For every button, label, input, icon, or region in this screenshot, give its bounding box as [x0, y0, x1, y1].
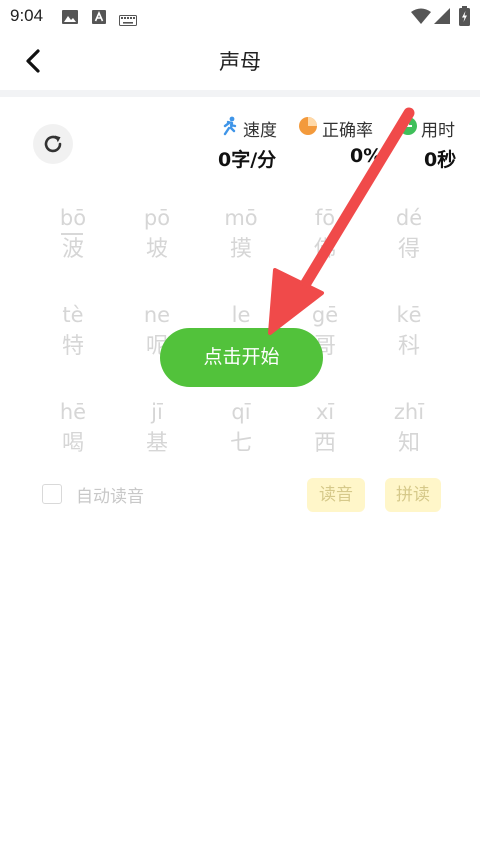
grid-cell[interactable]: pō 坡: [117, 205, 197, 265]
cell-pinyin: hē: [59, 400, 87, 424]
clock-icon: [398, 116, 418, 136]
refresh-button[interactable]: [33, 124, 73, 164]
wifi-icon: [411, 8, 431, 28]
cell-pinyin: ne: [143, 303, 171, 327]
cell-hanzi: 科: [397, 334, 420, 359]
time-value: 0秒: [424, 149, 457, 171]
pie-chart-icon: [298, 116, 318, 136]
cell-pinyin: pō: [143, 206, 171, 230]
running-icon: [219, 116, 239, 136]
cell-pinyin: zhī: [393, 400, 425, 424]
grid-cell[interactable]: mō 摸: [201, 205, 281, 265]
auto-read-label: 自动读音: [76, 487, 144, 507]
cell-hanzi: 坡: [145, 237, 168, 262]
cell-pinyin: mō: [224, 206, 258, 230]
keyboard-icon: [119, 11, 137, 30]
grid-cell[interactable]: kē 科: [369, 302, 449, 362]
cell-hanzi: 七: [229, 431, 252, 456]
grid-cell[interactable]: tè 特: [33, 302, 113, 362]
cell-hanzi: 摸: [229, 237, 252, 262]
battery-icon: [459, 6, 470, 30]
page-title: 声母: [219, 50, 261, 74]
cell-pinyin: bō: [59, 206, 87, 230]
cell-pinyin: xī: [315, 400, 335, 424]
cell-hanzi: 波: [61, 237, 84, 262]
cell-pinyin: jī: [151, 400, 163, 424]
cell-hanzi: 西: [313, 431, 336, 456]
cell-hanzi: 得: [397, 237, 420, 262]
accuracy-value: 0%: [350, 145, 383, 167]
image-icon: [62, 9, 78, 28]
grid-cell[interactable]: zhī 知: [369, 399, 449, 459]
cell-pinyin: fō: [314, 206, 336, 230]
header-divider: [0, 90, 480, 97]
speed-value: 0字/分: [218, 149, 277, 171]
status-bar: 9:04: [0, 0, 480, 32]
cell-hanzi: 喝: [61, 431, 84, 456]
accuracy-label: 正确率: [322, 121, 373, 141]
font-icon: [92, 9, 106, 28]
cell-pinyin: kē: [396, 303, 422, 327]
grid-cell[interactable]: dé 得: [369, 205, 449, 265]
grid-cell[interactable]: bō 波: [33, 205, 113, 265]
auto-read-checkbox[interactable]: [42, 484, 62, 504]
cell-pinyin: le: [231, 303, 251, 327]
read-aloud-button[interactable]: 读音: [307, 478, 365, 512]
cell-pinyin: qī: [231, 400, 251, 424]
grid-cell[interactable]: hē 喝: [33, 399, 113, 459]
cell-hanzi: 基: [145, 431, 168, 456]
cell-hanzi: 佛: [313, 237, 336, 262]
speed-label: 速度: [243, 121, 277, 141]
cell-hanzi: 特: [61, 334, 84, 359]
cell-pinyin: dé: [395, 206, 423, 230]
refresh-icon: [44, 135, 62, 153]
start-button[interactable]: 点击开始: [160, 328, 323, 387]
grid-cell[interactable]: qī 七: [201, 399, 281, 459]
cell-hanzi: 知: [397, 431, 420, 456]
spell-read-button[interactable]: 拼读: [385, 478, 441, 512]
grid-cell[interactable]: jī 基: [117, 399, 197, 459]
header: 声母: [0, 32, 480, 90]
cell-pinyin: gē: [311, 303, 339, 327]
grid-cell[interactable]: fō 佛: [285, 205, 365, 265]
status-time: 9:04: [10, 6, 44, 25]
signal-icon: [434, 8, 450, 28]
cell-pinyin: tè: [62, 303, 84, 327]
time-label: 用时: [421, 121, 455, 141]
current-cell-underline: [61, 233, 83, 235]
grid-cell[interactable]: xī 西: [285, 399, 365, 459]
